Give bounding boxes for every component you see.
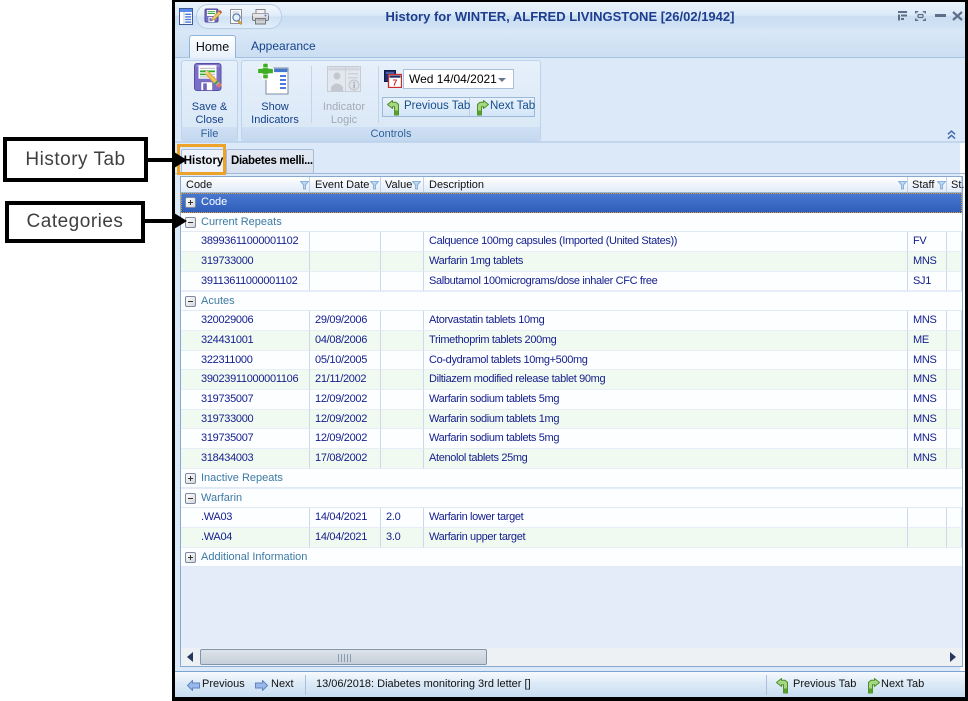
svg-text:7: 7 [393,78,398,88]
